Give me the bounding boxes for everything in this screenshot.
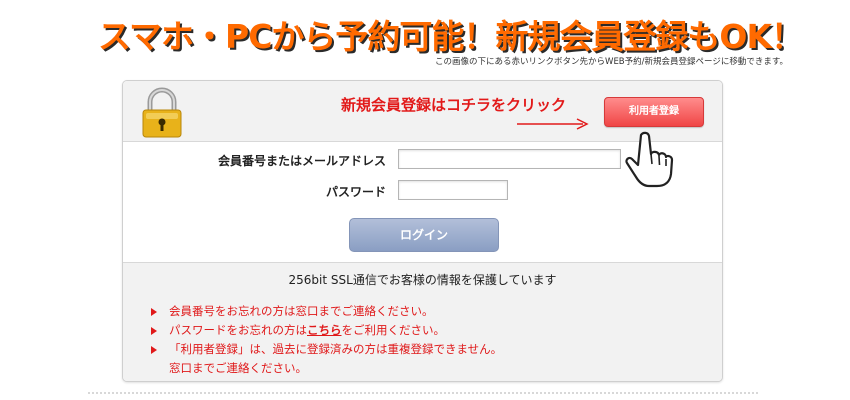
- member-id-input[interactable]: [398, 149, 621, 169]
- bullet-triangle-icon: [151, 327, 157, 335]
- ssl-notice: 256bit SSL通信でお客様の情報を保護しています: [288, 273, 557, 287]
- password-label: パスワード: [325, 185, 386, 199]
- login-button[interactable]: ログイン: [349, 218, 499, 252]
- headline: スマホ・PCから予約可能！新規会員登録もOK！: [98, 17, 804, 56]
- lock-icon: [142, 87, 182, 138]
- note-text-prefix: パスワードをお忘れの方は: [169, 323, 307, 337]
- note-text: パスワードをお忘れの方はこちらをご利用ください。: [169, 321, 445, 340]
- login-panel: 新規会員登録はコチラをクリック 利用者登録 会員番号またはメールアドレス パスワ…: [122, 80, 723, 382]
- note-text: 会員番号をお忘れの方は窓口までご連絡ください。: [169, 304, 434, 318]
- password-reset-link[interactable]: こちら: [307, 323, 342, 337]
- pointing-hand-icon: [625, 131, 674, 188]
- panel-footer: 256bit SSL通信でお客様の情報を保護しています 会員番号をお忘れの方は窓…: [123, 262, 722, 381]
- register-button[interactable]: 利用者登録: [604, 97, 704, 127]
- dotted-divider: [88, 392, 758, 394]
- note-text-suffix: をご利用ください。: [341, 323, 446, 337]
- arrow-right-icon: [517, 118, 589, 130]
- member-id-label: 会員番号またはメールアドレス: [217, 154, 386, 168]
- note-text: 窓口までご連絡ください。: [169, 361, 307, 375]
- bullet-triangle-icon: [151, 346, 157, 354]
- password-input[interactable]: [398, 180, 508, 200]
- note-text: 「利用者登録」は、過去に登録済みの方は重複登録できません。: [169, 342, 503, 356]
- bullet-triangle-icon: [151, 308, 157, 316]
- promo-text: 新規会員登録はコチラをクリック: [341, 96, 567, 114]
- subnote: この画像の下にある赤いリンクボタン先からWEB予約/新規会員登録ページに移動でき…: [435, 57, 788, 67]
